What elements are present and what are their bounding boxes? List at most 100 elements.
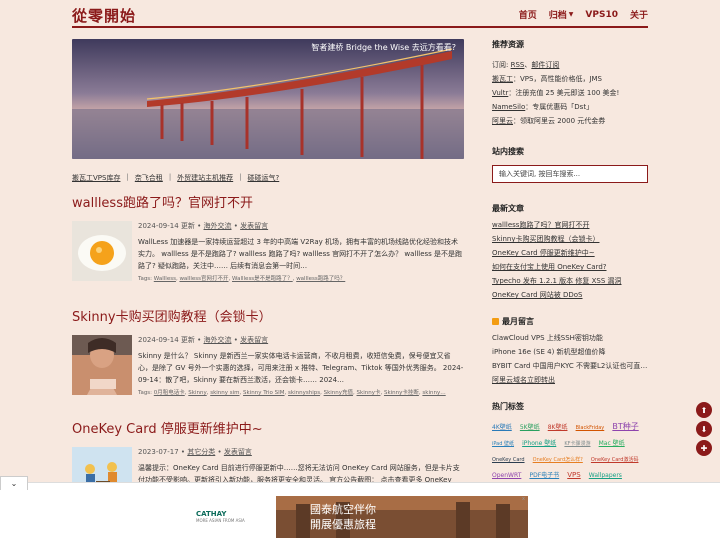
- post-comment-link[interactable]: 发表留言: [224, 448, 252, 456]
- post-thumbnail[interactable]: [72, 221, 132, 281]
- resource-link[interactable]: 搬瓦工: [492, 75, 513, 83]
- ad-close-icon[interactable]: x: [522, 496, 528, 502]
- tag-link[interactable]: Skinny卡: [357, 390, 381, 396]
- resource-item: 阿里云：领取阿里云 2000 元代金券: [492, 114, 648, 128]
- tag-link[interactable]: Skinny: [188, 390, 206, 396]
- recent-post-link[interactable]: OneKey Card 网站被 DDoS: [492, 288, 648, 302]
- nav-archive[interactable]: 归档 ▼: [549, 8, 574, 21]
- tag-cloud-item[interactable]: OneKey Card激活码: [591, 457, 639, 463]
- tag-cloud-item[interactable]: OneKey Card: [492, 457, 525, 463]
- post-tags: Tags: 0月租电话卡, Skinny, skinny sim, Skinny…: [138, 390, 446, 396]
- ad-collapse-button[interactable]: ⌄: [0, 476, 28, 490]
- nav-about[interactable]: 关于: [630, 8, 648, 21]
- tags-label: Tags:: [138, 276, 153, 282]
- comment-link[interactable]: iPhone 16e (SE 4) 新机型超值价降: [492, 345, 648, 359]
- tag-link[interactable]: Wallless: [154, 276, 176, 282]
- tag-cloud-item[interactable]: OpenWRT: [492, 472, 521, 479]
- comments-title-label[interactable]: 最月留言: [502, 317, 534, 326]
- resource-item: 搬瓦工：VPS，高性能价格低，JMS: [492, 72, 648, 86]
- post-comment-link[interactable]: 发表留言: [240, 222, 268, 230]
- post-title[interactable]: Skinny卡购买团购教程（会锁卡）: [72, 306, 464, 325]
- quick-link-hosting[interactable]: 外贸建站主机推荐: [177, 173, 233, 183]
- link-separator: |: [126, 173, 129, 181]
- comment-link[interactable]: 阿里云域名立即转出: [492, 373, 648, 387]
- tag-cloud-item[interactable]: VPS: [567, 471, 580, 479]
- tag-cloud-item[interactable]: 4K壁纸: [492, 424, 512, 431]
- tag-link[interactable]: wallless官网打不开: [179, 276, 228, 282]
- tag-cloud-item[interactable]: PDF电子书: [529, 472, 559, 479]
- tags-title: 热门标签: [492, 402, 524, 411]
- resources-list: 订阅: RSS、邮件订阅 搬瓦工：VPS，高性能价格低，JMS Vultr：注册…: [492, 58, 648, 128]
- comment-link[interactable]: ClawCloud VPS 上线SSH密钥功能: [492, 331, 648, 345]
- recent-post-link[interactable]: OneKey Card 停服更新维护中~: [492, 246, 648, 260]
- resource-link[interactable]: NameSilo: [492, 103, 525, 111]
- tag-link[interactable]: Skinny卡挂断: [384, 390, 419, 396]
- post-item: Skinny卡购买团购教程（会锁卡） 2024-09-14 更新 • 海外交流 …: [72, 306, 464, 405]
- ad-content[interactable]: CATHAY MORE ASIAN FROM ASIA 國泰航空伴你 開展優惠旅…: [180, 496, 528, 538]
- resource-link[interactable]: 阿里云: [492, 117, 513, 125]
- hero-image: [72, 39, 464, 159]
- tag-cloud-item[interactable]: 8K壁纸: [548, 424, 568, 431]
- tag-link[interactable]: Skinny充值: [324, 390, 353, 396]
- recent-post-link[interactable]: wallless跑路了吗？官网打不开: [492, 218, 648, 232]
- nav-archive-label: 归档: [548, 11, 567, 21]
- tag-cloud-item[interactable]: iPhone 壁纸: [522, 440, 556, 447]
- resource-link[interactable]: Vultr: [492, 89, 508, 97]
- tag-cloud-item[interactable]: OneKey Card怎么样?: [533, 457, 583, 463]
- tag-link[interactable]: Skinny Trio SIM: [243, 390, 285, 396]
- quick-link-netflix[interactable]: 奈飞合租: [135, 173, 163, 183]
- tag-cloud-item[interactable]: BlackFriday: [576, 425, 605, 431]
- post-excerpt: WallLess 加速器是一家持续运营超过 3 年的中高端 V2Ray 机场，拥…: [138, 238, 463, 270]
- rss-link[interactable]: RSS: [511, 61, 525, 69]
- post-date: 2024-09-14: [138, 336, 179, 344]
- tag-link[interactable]: skinnyships: [288, 390, 320, 396]
- search-title: 站内搜索: [492, 147, 524, 156]
- plus-icon: ✚: [700, 443, 708, 453]
- quick-link-bandwagon[interactable]: 搬瓦工VPS库存: [72, 173, 120, 183]
- resource-label: 订阅:: [492, 61, 509, 69]
- post-category[interactable]: 其它分类: [187, 448, 215, 456]
- rss-icon[interactable]: [492, 318, 499, 325]
- recent-post-link[interactable]: Typecho 发布 1.2.1 版本 修复 XSS 漏洞: [492, 274, 648, 288]
- post-meta: 2024-09-14 更新 • 海外交流 • 发表留言: [138, 336, 269, 344]
- recent-post-link[interactable]: 如何在支付宝上使用 OneKey Card?: [492, 260, 648, 274]
- ad-text: 國泰航空伴你 開展優惠旅程: [310, 502, 376, 532]
- post-title[interactable]: wallless跑路了吗？官网打不开: [72, 192, 464, 211]
- tag-cloud-item[interactable]: BT种子: [612, 422, 638, 431]
- link-separator: |: [168, 173, 172, 181]
- post-category[interactable]: 海外交流: [204, 336, 232, 344]
- tag-link[interactable]: wallless跑路了吗？: [296, 276, 345, 282]
- post-item: wallless跑路了吗？官网打不开 2024-09-14 更新 • 海外交流 …: [72, 192, 464, 291]
- comment-link[interactable]: BYBIT Card 中国用户KYC 不需要L2认证也可直…: [492, 359, 648, 373]
- tag-cloud-item[interactable]: iPad 壁纸: [492, 441, 514, 447]
- post-category[interactable]: 海外交流: [204, 222, 232, 230]
- nav-home[interactable]: 首页: [519, 8, 537, 21]
- post-title[interactable]: OneKey Card 停服更新维护中~: [72, 418, 464, 437]
- site-title[interactable]: 從零開始: [72, 5, 136, 26]
- tag-link[interactable]: Wallless是不是跑路了？: [232, 276, 293, 282]
- tag-cloud-item[interactable]: KF卡骤漫游: [564, 441, 590, 447]
- search-input[interactable]: 输入关键词, 按回车搜索...: [492, 165, 648, 183]
- post-update: 更新: [180, 336, 195, 344]
- tag-link[interactable]: skinny…: [422, 390, 445, 396]
- tag-cloud-item[interactable]: Mac 壁纸: [599, 440, 625, 447]
- comment-button[interactable]: ✚: [696, 440, 712, 456]
- scroll-top-button[interactable]: ⬆: [696, 402, 712, 418]
- tag-cloud-item[interactable]: 5K壁纸: [520, 424, 540, 431]
- tag-cloud-item[interactable]: Wallpapers: [589, 472, 622, 479]
- hero-banner[interactable]: 智者建桥 Bridge the Wise 去远方看看?: [72, 39, 464, 159]
- nav-vps10[interactable]: VPS10: [585, 8, 618, 21]
- post-comment-link[interactable]: 发表留言: [240, 336, 268, 344]
- tag-link[interactable]: skinny sim: [210, 390, 239, 396]
- tag-link[interactable]: 0月租电话卡: [154, 390, 185, 396]
- post-thumbnail[interactable]: [72, 335, 132, 395]
- main-nav: 首页 归档 ▼ VPS10 关于: [519, 8, 648, 22]
- quick-link-luck[interactable]: 碰碰运气?: [248, 173, 280, 183]
- scroll-bottom-button[interactable]: ⬇: [696, 421, 712, 437]
- ad-brand-sub: MORE ASIAN FROM ASIA: [196, 518, 245, 523]
- resource-desc: ：注册充值 25 美元即送 100 美金!: [508, 89, 620, 97]
- resource-desc: ：VPS，高性能价格低，JMS: [513, 75, 603, 83]
- email-subscribe-link[interactable]: 邮件订阅: [531, 61, 559, 69]
- post-body: 2024-09-14 更新 • 海外交流 • 发表留言 Skinny 是什么？ …: [72, 335, 464, 405]
- recent-post-link[interactable]: Skinny卡购买团购教程（会锁卡）: [492, 232, 648, 246]
